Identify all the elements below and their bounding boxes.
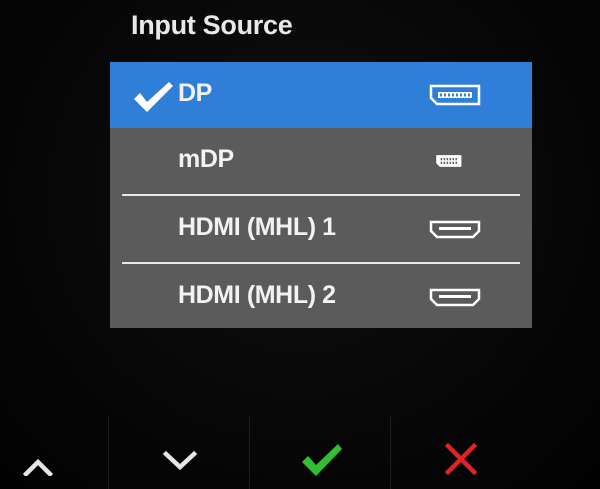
input-option-hdmi-2[interactable]: HDMI (MHL) 2 — [110, 264, 532, 330]
button-bar — [0, 416, 600, 489]
input-option-label: DP — [178, 79, 212, 107]
hdmi-icon — [429, 220, 481, 239]
input-option-label: HDMI (MHL) 2 — [178, 281, 336, 309]
page-title: Input Source — [131, 10, 293, 40]
exit-button[interactable] — [391, 416, 531, 489]
close-icon — [444, 442, 478, 476]
mini-displayport-icon — [436, 155, 462, 167]
checkmark-icon — [302, 444, 342, 476]
input-option-mdp[interactable]: mDP — [110, 128, 532, 194]
chevron-down-icon — [163, 450, 197, 471]
input-option-label: HDMI (MHL) 1 — [178, 213, 336, 241]
input-option-dp[interactable]: DP — [110, 62, 532, 128]
down-button[interactable] — [109, 416, 249, 489]
up-button[interactable] — [0, 416, 108, 489]
checkmark-icon — [134, 82, 173, 112]
confirm-button[interactable] — [250, 416, 390, 489]
chevron-up-icon — [23, 458, 53, 476]
input-source-list: DP mDP HDMI (MHL) 1 HDMI (MHL) 2 — [110, 62, 532, 328]
input-option-label: mDP — [178, 145, 234, 173]
displayport-icon — [429, 84, 481, 106]
input-option-hdmi-1[interactable]: HDMI (MHL) 1 — [110, 196, 532, 262]
hdmi-icon — [429, 288, 481, 307]
osd-screen: Input Source DP mDP HDMI (MHL) 1 HDMI (M… — [0, 0, 600, 489]
